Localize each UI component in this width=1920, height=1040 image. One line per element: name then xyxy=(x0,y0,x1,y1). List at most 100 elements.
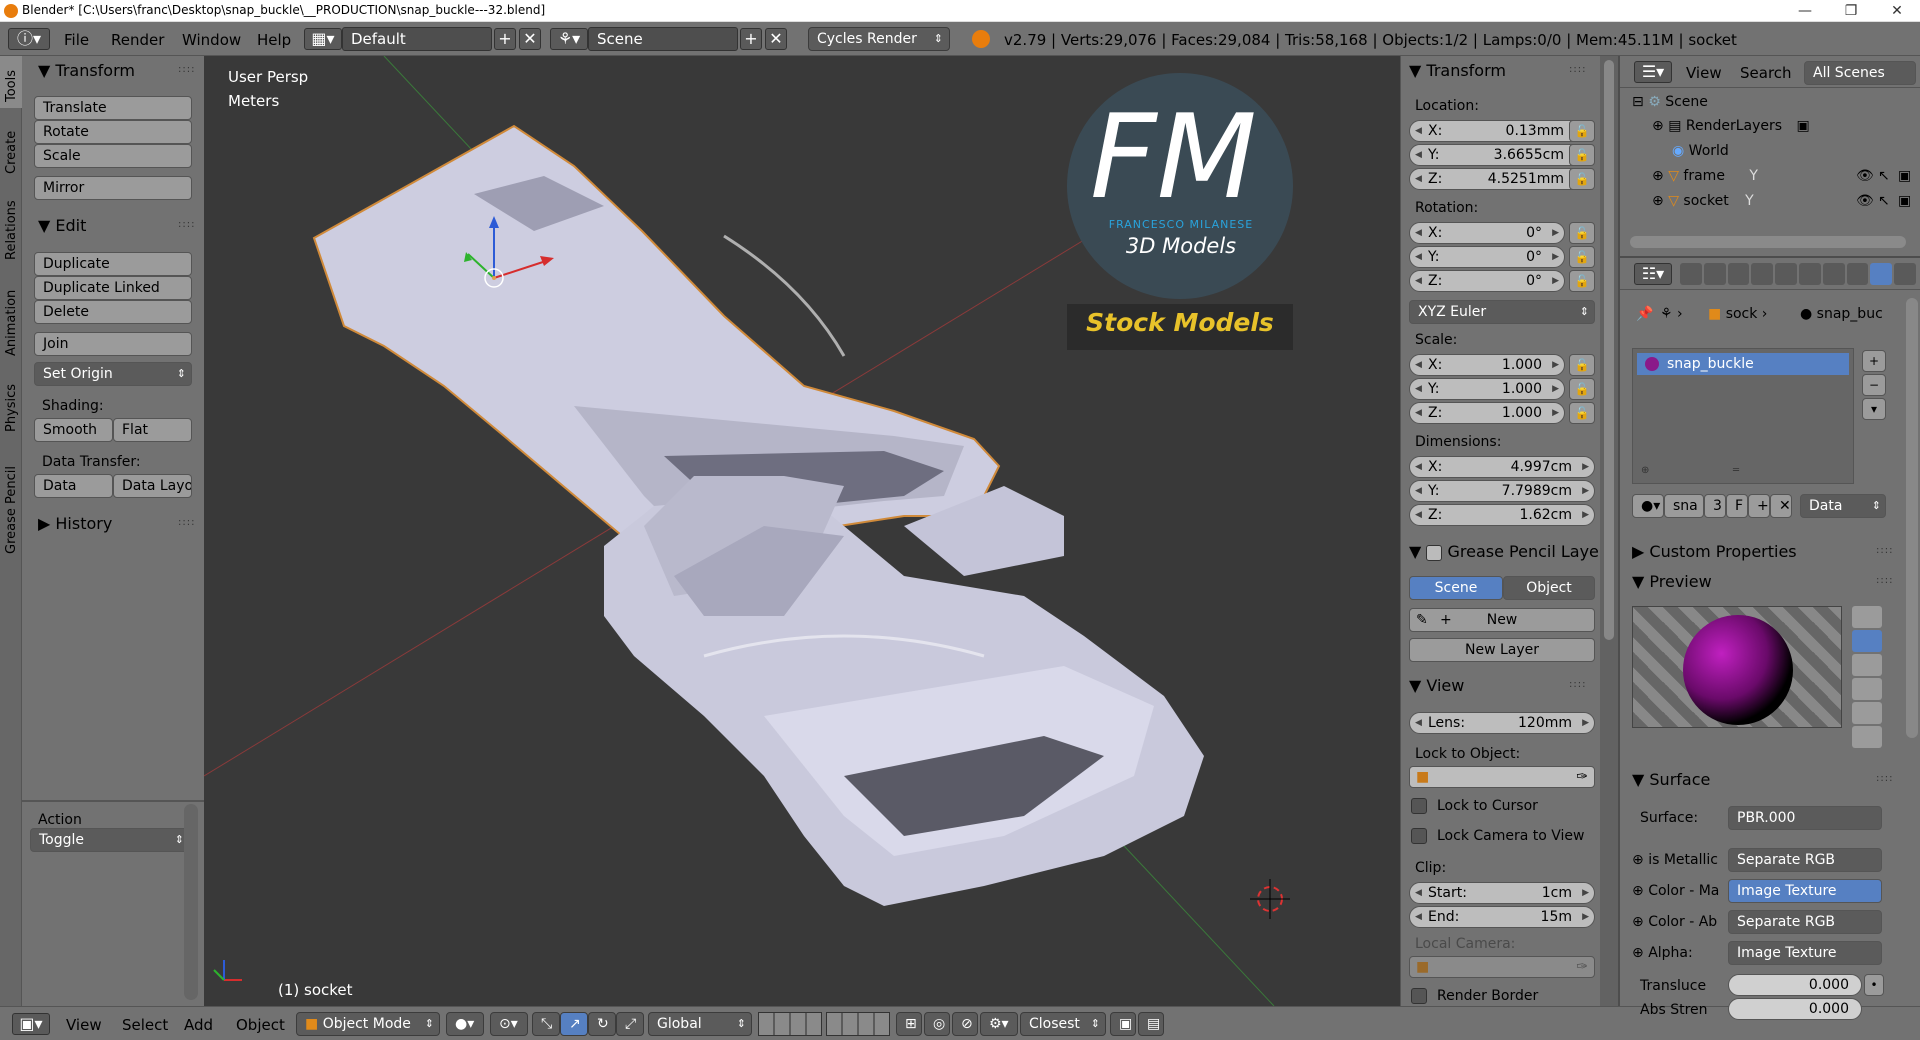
scale-x-field[interactable]: ◀ X: 1.000 ▶ xyxy=(1409,354,1565,376)
panel-drag-handle[interactable]: :::: xyxy=(1876,575,1893,586)
eyedropper-icon[interactable]: ✑ xyxy=(1576,767,1588,787)
outliner-row-frame[interactable]: ⊕ ▽ frame Y xyxy=(1652,168,1758,184)
menu-window[interactable]: Window xyxy=(182,31,241,49)
add-slot-icon[interactable]: + xyxy=(1862,350,1886,372)
dimension-z-field[interactable]: ◀ Z: 1.62cm ▶ xyxy=(1409,504,1595,526)
input-2-link[interactable]: Separate RGB xyxy=(1728,910,1882,934)
menu-select[interactable]: Select xyxy=(122,1016,168,1034)
outliner-editor-icon[interactable]: ☰▾ xyxy=(1634,61,1672,83)
mirror-button[interactable]: Mirror xyxy=(34,176,192,200)
preview-header[interactable]: ▼ Preview xyxy=(1632,572,1712,591)
outliner-scrollbar[interactable] xyxy=(1630,236,1906,248)
abs-strength-field[interactable]: 0.000 xyxy=(1728,998,1862,1020)
layer-buttons-group-1[interactable] xyxy=(758,1012,822,1036)
n-panel-scrollbar[interactable] xyxy=(1604,60,1614,640)
lock-to-cursor-checkbox[interactable] xyxy=(1411,798,1427,814)
surface-node-dropdown[interactable]: PBR.000 xyxy=(1728,806,1882,830)
panel-drag-handle[interactable]: :::: xyxy=(178,64,195,75)
custom-properties-header[interactable]: ▶ Custom Properties xyxy=(1632,542,1797,561)
resize-grip-icon[interactable]: ═ xyxy=(1733,465,1739,476)
close-window-button[interactable]: ✕ xyxy=(1874,0,1920,22)
panel-drag-handle[interactable]: :::: xyxy=(178,517,195,528)
operator-scrollbar[interactable] xyxy=(184,804,198,1000)
panel-drag-handle[interactable]: :::: xyxy=(178,219,195,230)
outliner-row-scene[interactable]: ⊟ ⚙ Scene xyxy=(1632,94,1708,110)
outliner-display-mode[interactable]: All Scenes xyxy=(1804,61,1916,85)
translucency-field[interactable]: 0.000 xyxy=(1728,974,1862,996)
minimize-button[interactable]: — xyxy=(1782,0,1828,22)
lock-icon[interactable]: 🔓 xyxy=(1569,120,1595,142)
snap-toggle-icon[interactable]: ⊘ xyxy=(952,1012,978,1036)
outliner-row-socket[interactable]: ⊕ ▽ socket Y xyxy=(1652,193,1754,209)
outliner-row-world[interactable]: ◉ World xyxy=(1672,143,1729,159)
dimension-x-field[interactable]: ◀ X: 4.997cm ▶ xyxy=(1409,456,1595,478)
action-dropdown[interactable]: Toggle ⇕ xyxy=(30,828,190,852)
render-camera-icon[interactable]: ▣ xyxy=(1898,193,1911,209)
scale-z-field[interactable]: ◀ Z: 1.000 ▶ xyxy=(1409,402,1565,424)
socket-dot-icon[interactable]: • xyxy=(1864,974,1884,996)
set-origin-dropdown[interactable]: Set Origin ⇕ xyxy=(34,362,192,386)
view-panel-header[interactable]: ▼ View xyxy=(1409,676,1464,695)
select-cursor-icon[interactable]: ↖ xyxy=(1878,168,1890,184)
input-1-link[interactable]: Image Texture xyxy=(1728,879,1882,903)
plus-small-icon[interactable]: ⊕ xyxy=(1641,465,1649,476)
new-material-icon[interactable]: + xyxy=(1748,494,1770,518)
rotate-button[interactable]: Rotate xyxy=(34,120,192,144)
material-users-count[interactable]: 3 xyxy=(1704,494,1726,518)
layer-buttons-group-2[interactable] xyxy=(826,1012,890,1036)
lens-field[interactable]: ◀ Lens: 120mm ▶ xyxy=(1409,712,1595,734)
menu-add[interactable]: Add xyxy=(184,1016,213,1034)
menu-render[interactable]: Render xyxy=(111,31,164,49)
gp-scene-tab[interactable]: Scene xyxy=(1409,576,1503,600)
remove-slot-icon[interactable]: − xyxy=(1862,374,1886,396)
clip-start-field[interactable]: ◀ Start: 1cm ▶ xyxy=(1409,882,1595,904)
gp-new-layer-button[interactable]: New Layer xyxy=(1409,638,1595,662)
remove-scene-icon[interactable]: ✕ xyxy=(765,28,787,50)
viewport-shading-icon[interactable]: ●▾ xyxy=(446,1012,484,1036)
scale-manipulator-icon[interactable]: ⤢ xyxy=(616,1012,644,1036)
input-0-link[interactable]: Separate RGB xyxy=(1728,848,1882,872)
preview-sphere-icon[interactable] xyxy=(1852,630,1882,652)
material-link-dropdown[interactable]: Data ⇕ xyxy=(1800,494,1886,518)
data-layout-button[interactable]: Data Layo xyxy=(113,474,192,498)
lock-camera-checkbox[interactable] xyxy=(1411,828,1427,844)
edit-panel-header[interactable]: ▼ Edit xyxy=(38,216,86,235)
lock-layers-icon[interactable]: ⊞ xyxy=(896,1012,922,1036)
unlink-material-icon[interactable]: ✕ xyxy=(1770,494,1792,518)
rotate-manipulator-icon[interactable]: ↻ xyxy=(588,1012,616,1036)
duplicate-button[interactable]: Duplicate xyxy=(34,252,192,276)
transform-orientation-dropdown[interactable]: Global ⇕ xyxy=(648,1012,752,1036)
preview-flat-icon[interactable] xyxy=(1852,606,1882,628)
panel-drag-handle[interactable]: :::: xyxy=(1876,773,1893,784)
preview-monkey-icon[interactable] xyxy=(1852,678,1882,700)
fake-user-toggle[interactable]: F xyxy=(1726,494,1748,518)
menu-object[interactable]: Object xyxy=(236,1016,285,1034)
scene-selector-icon[interactable]: ⚘▾ xyxy=(550,28,588,50)
scene-field[interactable]: Scene xyxy=(588,27,738,51)
world-tab-icon[interactable] xyxy=(1751,263,1774,285)
material-browse-icon[interactable]: ●▾ xyxy=(1632,494,1664,518)
material-name-field[interactable]: sna xyxy=(1664,494,1704,518)
lock-icon[interactable]: 🔓 xyxy=(1569,402,1595,424)
material-slot-row[interactable]: snap_buckle xyxy=(1637,353,1849,375)
pivot-point-icon[interactable]: ⊙▾ xyxy=(490,1012,528,1036)
rotation-y-field[interactable]: ◀ Y: 0° ▶ xyxy=(1409,246,1565,268)
transform-panel-header[interactable]: ▼ Transform xyxy=(38,61,135,80)
rotation-mode-dropdown[interactable]: XYZ Euler ⇕ xyxy=(1409,300,1595,324)
opengl-animation-icon[interactable]: ▤ xyxy=(1138,1012,1164,1036)
3d-viewport[interactable]: User Persp Meters (1) socket FM FRANCESC… xyxy=(204,56,1400,1006)
location-y-field[interactable]: ◀Y:3.6655cm▶ xyxy=(1409,144,1587,166)
outliner-row-renderlayers[interactable]: ⊕ ▤ RenderLayers ▣ xyxy=(1652,118,1810,134)
tab-animation[interactable]: Animation xyxy=(0,268,22,360)
material-slot-list[interactable]: snap_buckle ⊕ ═ xyxy=(1632,348,1854,484)
scene-tab-icon[interactable] xyxy=(1727,263,1750,285)
pin-icon[interactable]: 📌 xyxy=(1636,306,1653,322)
remove-layout-icon[interactable]: ✕ xyxy=(519,28,541,50)
location-x-field[interactable]: ◀X:0.13mm▶ xyxy=(1409,120,1587,142)
scale-y-field[interactable]: ◀ Y: 1.000 ▶ xyxy=(1409,378,1565,400)
input-3-link[interactable]: Image Texture xyxy=(1728,941,1882,965)
properties-scrollbar[interactable] xyxy=(1906,298,1918,738)
screen-layout-icon[interactable]: ▦▾ xyxy=(304,28,342,50)
lock-icon[interactable]: 🔓 xyxy=(1569,354,1595,376)
n-transform-header[interactable]: ▼ Transform xyxy=(1409,61,1506,80)
